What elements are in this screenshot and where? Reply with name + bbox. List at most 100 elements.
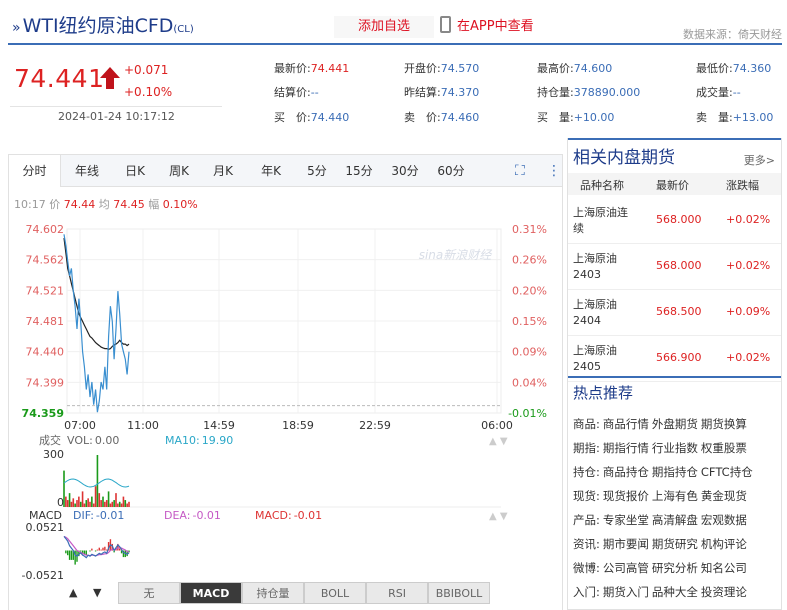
hot-link[interactable]: 投资理论 [701, 585, 747, 599]
volume-bar [128, 501, 130, 507]
scroll-right-button[interactable]: ▼ [93, 586, 101, 599]
related-title: 相关内盘期货 [573, 148, 675, 168]
instrument-name: WTI纽约原油CFD [22, 15, 174, 37]
hot-link[interactable]: 宏观数据 [701, 513, 747, 527]
dif-value: -0.01 [96, 509, 124, 522]
indicator-button[interactable]: BOLL [304, 582, 366, 604]
price-line [63, 234, 130, 413]
hot-link[interactable]: 期指持仓 [652, 465, 698, 479]
vol-collapse-icon[interactable]: ▲ ▼ [489, 436, 508, 447]
hot-key: 现货: [573, 489, 600, 503]
indicator-button[interactable]: BBIBOLL [428, 582, 490, 604]
x-tick-label: 14:59 [203, 419, 235, 432]
quote-field: 开盘价:74.570 [404, 60, 479, 76]
related-name[interactable]: 上海原油2405 [573, 343, 629, 375]
hot-link[interactable]: 品种大全 [652, 585, 698, 599]
hot-link[interactable]: 专家坐堂 [603, 513, 649, 527]
hot-link[interactable]: 期市要闻 [603, 537, 649, 551]
related-name[interactable]: 上海原油2404 [573, 297, 629, 329]
indicator-button[interactable]: RSI [366, 582, 428, 604]
quote-field-label: 卖 量: [696, 111, 733, 124]
related-name[interactable]: 上海原油连续 [573, 205, 629, 237]
related-row[interactable]: 上海原油2404 568.500 +0.09% [568, 290, 781, 336]
related-columns: 品种名称 最新价 涨跌幅 [568, 173, 781, 195]
hot-link[interactable]: 知名公司 [701, 561, 747, 575]
quote-field-value: 74.440 [310, 111, 350, 124]
related-futures-panel: 相关内盘期货 更多> 品种名称 最新价 涨跌幅 上海原油连续 568.000 +0.… [567, 138, 782, 610]
hot-link[interactable]: 权重股票 [701, 441, 747, 455]
volume-bar [115, 493, 117, 507]
add-favorite-button[interactable]: 添加自选 [334, 16, 434, 38]
related-row[interactable]: 上海原油连续 568.000 +0.02% [568, 198, 781, 244]
hot-key: 产品: [573, 513, 600, 527]
hot-link[interactable]: 期指行情 [603, 441, 649, 455]
hot-line: 期指: 期指行情 行业指数 权重股票 [573, 440, 747, 456]
volume-bar [91, 496, 93, 507]
volume-bar [118, 501, 121, 507]
quote-field-label: 最高价: [537, 62, 574, 75]
quote-field-value: 378890.000 [573, 86, 641, 99]
quote-field: 卖 价:74.460 [404, 109, 479, 125]
hot-link[interactable]: CFTC持仓 [701, 465, 753, 479]
pct-tick-label: 0.31% [512, 223, 547, 236]
hot-link[interactable]: 期货换算 [701, 417, 747, 431]
volume-bar [96, 455, 99, 507]
ma-key: MA10: [165, 434, 200, 447]
quote-field: 最低价:74.360 [696, 60, 771, 76]
y-tick-label: 74.562 [26, 254, 65, 267]
y-tick-label: 74.602 [26, 223, 65, 236]
hot-link[interactable]: 现货报价 [603, 489, 649, 503]
volume-bar [113, 500, 115, 507]
hot-link[interactable]: 商品持仓 [603, 465, 649, 479]
related-more-link[interactable]: 更多> [744, 152, 775, 168]
quote-field-value: 74.360 [732, 62, 772, 75]
hot-link[interactable]: 期货研究 [652, 537, 698, 551]
volume-bar [65, 496, 67, 507]
indicator-button[interactable]: 无 [118, 582, 180, 604]
hot-line: 产品: 专家坐堂 高清解盘 宏观数据 [573, 512, 747, 528]
volume-bar [85, 500, 88, 507]
macd-collapse-icon[interactable]: ▲ ▼ [489, 511, 508, 522]
y-tick-label: 74.359 [22, 407, 64, 420]
view-in-app-link[interactable]: 在APP中查看 [440, 16, 534, 38]
hot-link[interactable]: 黄金现货 [701, 489, 747, 503]
volume-bar [111, 501, 114, 507]
hot-link[interactable]: 上海有色 [652, 489, 698, 503]
hot-link[interactable]: 高清解盘 [652, 513, 698, 527]
double-chevron-icon: » [12, 20, 21, 36]
related-name[interactable]: 上海原油2403 [573, 251, 629, 283]
volume-bar [124, 500, 127, 507]
related-price: 568.000 [656, 213, 702, 226]
scroll-left-button[interactable]: ▲ [69, 586, 77, 599]
quote-field: 昨结算:74.370 [404, 84, 479, 100]
quote-field-value: 74.370 [440, 86, 480, 99]
divider [10, 106, 222, 107]
dea-value: -0.01 [192, 509, 220, 522]
related-header: 相关内盘期货 更多> [568, 138, 781, 170]
indicator-button[interactable]: MACD [180, 582, 242, 604]
up-arrow-icon [100, 67, 120, 89]
hot-link[interactable]: 公司高管 [603, 561, 649, 575]
related-change: +0.09% [726, 305, 771, 318]
hot-link[interactable]: 行业指数 [652, 441, 698, 455]
quote-field-value: 74.570 [440, 62, 480, 75]
indicator-button[interactable]: 持仓量 [242, 582, 304, 604]
quote-timestamp: 2024-01-24 10:17:12 [58, 110, 175, 123]
quote-field-label: 开盘价: [404, 62, 441, 75]
y-tick-label: 74.399 [26, 376, 65, 389]
volume-bar [79, 501, 82, 507]
chart-svg[interactable]: sina新浪财经 74.602 74.562 74.521 74.481 74.440 74… [9, 155, 562, 579]
hot-key: 期指: [573, 441, 600, 455]
hot-link[interactable]: 商品行情 [603, 417, 649, 431]
related-row[interactable]: 上海原油2403 568.000 +0.02% [568, 244, 781, 290]
dif-label: DIF: -0.01 [73, 509, 124, 522]
hot-link[interactable]: 外盘期货 [652, 417, 698, 431]
hot-link[interactable]: 期货入门 [603, 585, 649, 599]
hot-link[interactable]: 机构评论 [701, 537, 747, 551]
price-change: +0.071 [124, 63, 169, 77]
quote-field-label: 卖 价: [404, 111, 441, 124]
quote-field-value: 74.441 [310, 62, 350, 75]
related-change: +0.02% [726, 259, 771, 272]
vol-key: VOL: [67, 434, 93, 447]
hot-link[interactable]: 研究分析 [652, 561, 698, 575]
